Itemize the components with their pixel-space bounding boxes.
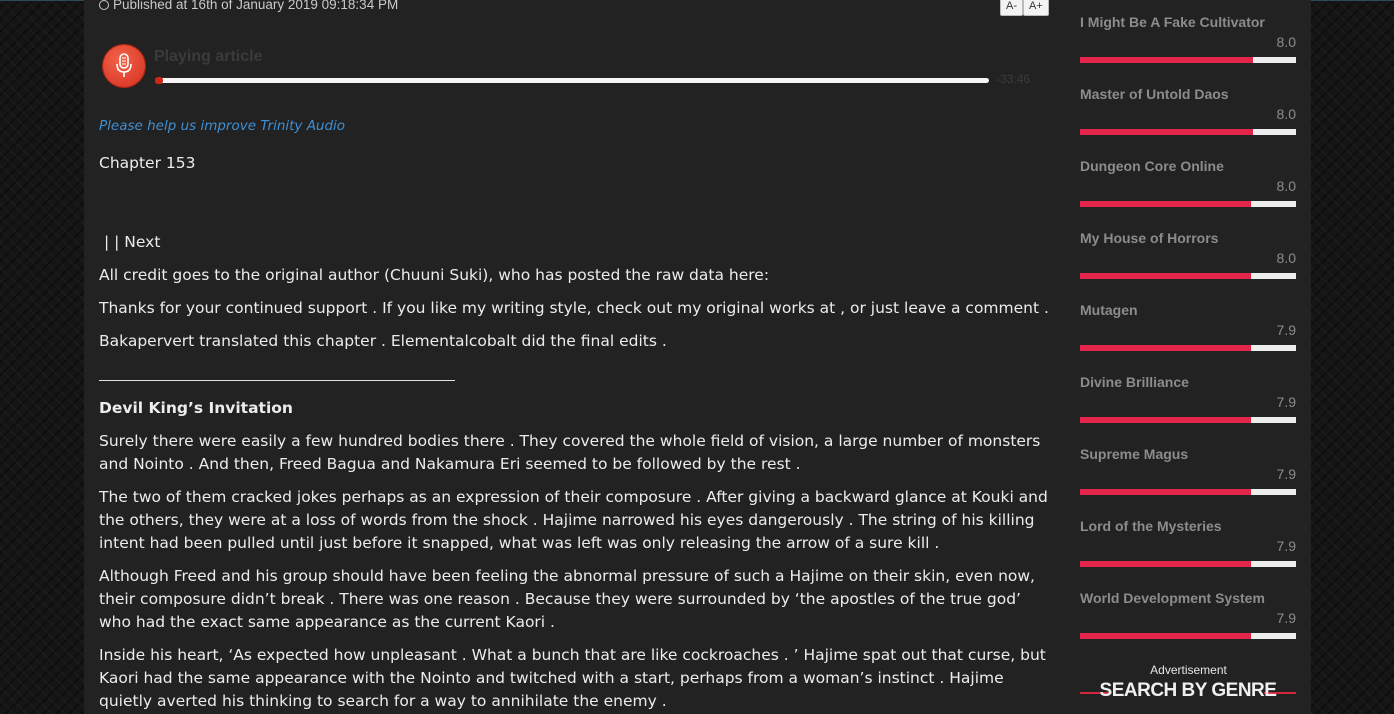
rating-fill <box>1080 417 1251 423</box>
rating-bar <box>1080 129 1296 135</box>
paragraph: The two of them cracked jokes perhaps as… <box>99 488 1048 552</box>
ranking-item[interactable]: Mutagen 7.9 <box>1080 302 1296 351</box>
rating-fill <box>1080 561 1251 567</box>
novel-title[interactable]: My House of Horrors <box>1080 230 1296 246</box>
novel-score: 8.0 <box>1276 34 1296 50</box>
chapter-title: Chapter 153 <box>99 154 196 172</box>
published-text: Published at 16th of January 2019 09:18:… <box>113 0 399 12</box>
ranking-item[interactable]: My House of Horrors 8.0 <box>1080 230 1296 279</box>
section-heading: Devil King’s Invitation <box>99 399 293 417</box>
novel-title[interactable]: Lord of the Mysteries <box>1080 518 1296 534</box>
rating-bar <box>1080 273 1296 279</box>
ranking-item[interactable]: I Might Be A Fake Cultivator 8.0 <box>1080 14 1296 63</box>
novel-score: 7.9 <box>1276 610 1296 626</box>
published-meta: Published at 16th of January 2019 09:18:… <box>99 0 398 12</box>
trinity-audio-help-link[interactable]: Please help us improve Trinity Audio <box>99 118 345 134</box>
font-decrease-button[interactable]: A- <box>1000 0 1023 16</box>
player-title: Playing article <box>154 48 263 65</box>
rating-fill <box>1080 57 1253 63</box>
ranking-item[interactable]: Supreme Magus 7.9 <box>1080 446 1296 495</box>
novel-score: 7.9 <box>1276 538 1296 554</box>
audio-progress-fill <box>155 77 164 84</box>
ranking-item[interactable]: World Development System 7.9 <box>1080 590 1296 639</box>
advertisement-label: Advertisement <box>1150 663 1227 677</box>
novel-score: 8.0 <box>1276 250 1296 266</box>
novel-score: 7.9 <box>1276 322 1296 338</box>
rating-bar <box>1080 201 1296 207</box>
novel-title[interactable]: Mutagen <box>1080 302 1296 318</box>
novel-score: 7.9 <box>1276 466 1296 482</box>
rating-fill <box>1080 345 1251 351</box>
rating-fill <box>1080 129 1253 135</box>
novel-title[interactable]: Master of Untold Daos <box>1080 86 1296 102</box>
sidebar: I Might Be A Fake Cultivator 8.0 Master … <box>1066 0 1311 714</box>
novel-title[interactable]: Divine Brilliance <box>1080 374 1296 390</box>
novel-title[interactable]: I Might Be A Fake Cultivator <box>1080 14 1296 30</box>
support-text: Thanks for your continued support . If y… <box>99 299 1049 317</box>
rating-bar <box>1080 345 1296 351</box>
translator-text: Bakapervert translated this chapter . El… <box>99 332 667 350</box>
rating-fill <box>1080 633 1251 639</box>
novel-title[interactable]: World Development System <box>1080 590 1296 606</box>
paragraph: Although Freed and his group should have… <box>99 567 1035 631</box>
microphone-play-button[interactable] <box>103 45 145 87</box>
paragraph: Inside his heart, ‘As expected how unple… <box>99 646 1046 710</box>
rating-bar <box>1080 633 1296 639</box>
rating-fill <box>1080 273 1251 279</box>
rating-bar <box>1080 417 1296 423</box>
audio-player: Playing article -33:46 <box>103 45 1033 90</box>
rating-bar <box>1080 57 1296 63</box>
microphone-icon <box>116 53 132 77</box>
novel-title[interactable]: Dungeon Core Online <box>1080 158 1296 174</box>
novel-title[interactable]: Supreme Magus <box>1080 446 1296 462</box>
search-by-genre-heading: SEARCH BY GENRE <box>1099 680 1277 701</box>
rating-fill <box>1080 489 1251 495</box>
novel-score: 7.9 <box>1276 394 1296 410</box>
novel-score: 8.0 <box>1276 106 1296 122</box>
next-link[interactable]: | | Next <box>104 233 160 251</box>
audio-progress-track[interactable] <box>155 77 989 84</box>
ranking-item[interactable]: Lord of the Mysteries 7.9 <box>1080 518 1296 567</box>
rating-fill <box>1080 201 1251 207</box>
font-increase-button[interactable]: A+ <box>1023 0 1049 16</box>
ranking-item[interactable]: Dungeon Core Online 8.0 <box>1080 158 1296 207</box>
article-panel: Published at 16th of January 2019 09:18:… <box>84 0 1066 714</box>
genre-section-header: SEARCH BY GENRE <box>1080 680 1296 706</box>
clock-icon <box>99 0 109 10</box>
credit-text: All credit goes to the original author (… <box>99 266 770 284</box>
ranking-item[interactable]: Divine Brilliance 7.9 <box>1080 374 1296 423</box>
article-content: Chapter 153 | | Next All credit goes to … <box>99 152 1049 713</box>
rating-bar <box>1080 489 1296 495</box>
novel-score: 8.0 <box>1276 178 1296 194</box>
remaining-time: -33:46 <box>996 72 1031 86</box>
divider <box>99 380 455 381</box>
paragraph: Surely there were easily a few hundred b… <box>99 432 1041 473</box>
rating-bar <box>1080 561 1296 567</box>
chapter-navigation[interactable]: | | Next <box>99 231 1049 254</box>
ranking-item[interactable]: Master of Untold Daos 8.0 <box>1080 86 1296 135</box>
